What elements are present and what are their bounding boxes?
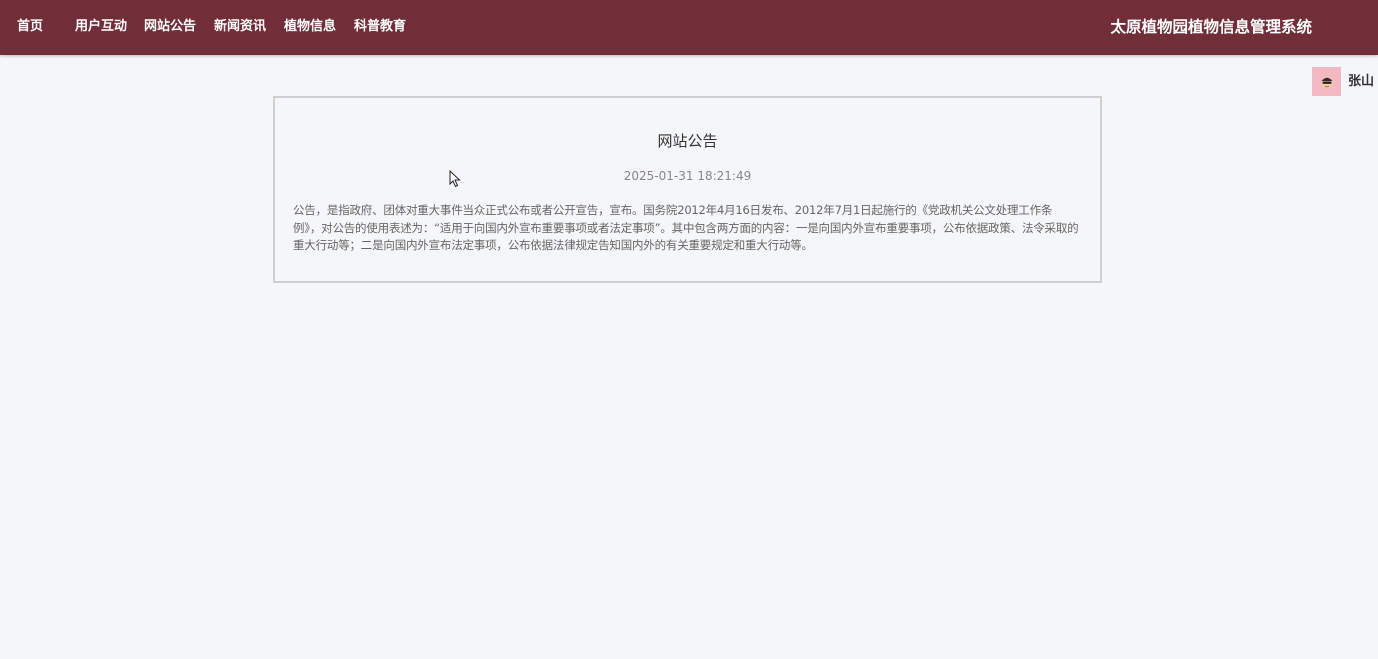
notice-card: 网站公告 2025-01-31 18:21:49 公告，是指政府、团体对重大事件… [273, 96, 1102, 283]
nav-item-news[interactable]: 新闻资讯 [214, 17, 266, 37]
notice-title: 网站公告 [657, 132, 718, 150]
site-title: 太原植物园植物信息管理系统 [1110, 18, 1312, 36]
user-name[interactable]: 张山 [1348, 72, 1374, 92]
notice-content: 公告，是指政府、团体对重大事件当众正式公布或者公开宣告，宣布。国务院2012年4… [293, 203, 1079, 252]
mouse-cursor-icon [449, 170, 461, 188]
avatar[interactable] [1312, 67, 1341, 96]
nav-item-home[interactable]: 首页 [17, 17, 43, 37]
nav-item-science-education[interactable]: 科普教育 [354, 17, 406, 37]
user-menu[interactable]: 张山 [1312, 67, 1374, 96]
nav-item-announcements[interactable]: 网站公告 [144, 17, 196, 37]
nav-item-user-interaction[interactable]: 用户互动 [75, 17, 127, 37]
top-navigation-bar: 首页 用户互动 网站公告 新闻资讯 植物信息 科普教育 太原植物园植物信息管理系… [0, 0, 1378, 55]
user-avatar-icon [1321, 77, 1332, 88]
notice-datetime: 2025-01-31 18:21:49 [623, 169, 752, 183]
nav-item-plant-info[interactable]: 植物信息 [284, 17, 336, 37]
